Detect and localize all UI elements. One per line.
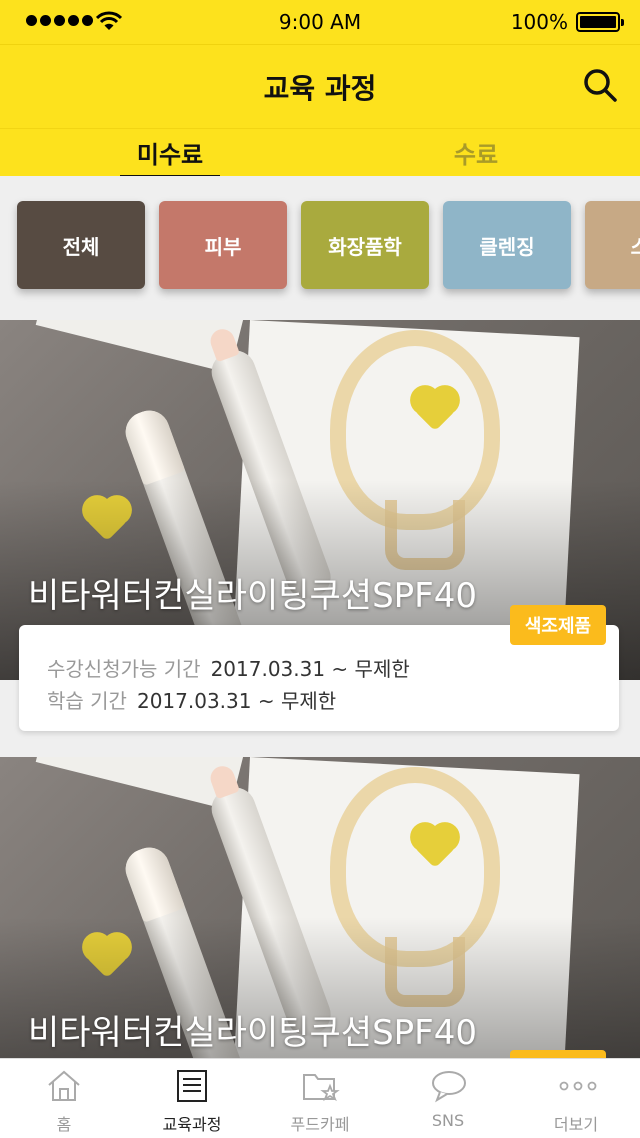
study-period-value: 2017.03.31 ~ 무제한 — [136, 689, 337, 713]
nav-courses-label: 교육과정 — [162, 1115, 222, 1134]
apply-period-label: 수강신청가능 기간 — [47, 657, 201, 681]
category-filter-bar: 전체 피부 화장품학 클렌징 스킨 — [0, 176, 640, 320]
nav-food-cafe[interactable]: 푸드카페 — [256, 1059, 384, 1138]
category-chip-cosmetology[interactable]: 화장품학 — [301, 201, 429, 289]
apply-period-row: 수강신청가능 기간 2017.03.31 ~ 무제한 — [47, 653, 410, 682]
course-title: 비타워터컨실라이팅쿠션SPF40 — [28, 576, 477, 616]
apply-period-value: 2017.03.31 ~ 무제한 — [210, 657, 410, 681]
chat-bubble-icon — [432, 1071, 466, 1103]
page-title: 교육 과정 — [263, 72, 377, 105]
category-chip-skin[interactable]: 피부 — [159, 201, 287, 289]
course-title: 비타워터컨실라이팅쿠션SPF40 — [28, 1013, 477, 1053]
study-period-label: 학습 기간 — [47, 689, 127, 713]
bottom-navigation: 홈 교육과정 푸드카페 SNS 더보기 — [0, 1058, 640, 1138]
app-header: 교육 과정 — [0, 44, 640, 128]
home-icon — [48, 1070, 80, 1101]
nav-more-label: 더보기 — [553, 1115, 599, 1134]
nav-home-label: 홈 — [56, 1115, 72, 1134]
study-period-row: 학습 기간 2017.03.31 ~ 무제한 — [47, 685, 336, 714]
folder-star-icon — [303, 1074, 340, 1102]
document-icon — [177, 1070, 207, 1102]
tab-complete[interactable]: 수료 — [426, 135, 526, 170]
nav-sns-label: SNS — [431, 1111, 465, 1130]
nav-home[interactable]: 홈 — [0, 1059, 128, 1138]
completion-tabs: 미수료 수료 — [0, 128, 640, 178]
nav-more[interactable]: 더보기 — [512, 1059, 640, 1138]
tab-incomplete[interactable]: 미수료 — [120, 135, 220, 178]
nav-food-cafe-label: 푸드카페 — [290, 1115, 350, 1134]
battery-percentage: 100% — [510, 10, 568, 34]
more-dots-icon — [559, 1081, 597, 1091]
nav-sns[interactable]: SNS — [384, 1059, 512, 1138]
category-chip-all[interactable]: 전체 — [17, 201, 145, 289]
battery-icon — [576, 12, 624, 32]
nav-courses[interactable]: 교육과정 — [128, 1059, 256, 1138]
status-bar: 9:00 AM 100% — [0, 0, 640, 44]
search-icon[interactable] — [582, 67, 618, 103]
category-chip-skincare[interactable]: 스킨 — [585, 201, 640, 289]
category-badge: 색조제품 — [510, 605, 606, 645]
category-chip-cleansing[interactable]: 클렌징 — [443, 201, 571, 289]
